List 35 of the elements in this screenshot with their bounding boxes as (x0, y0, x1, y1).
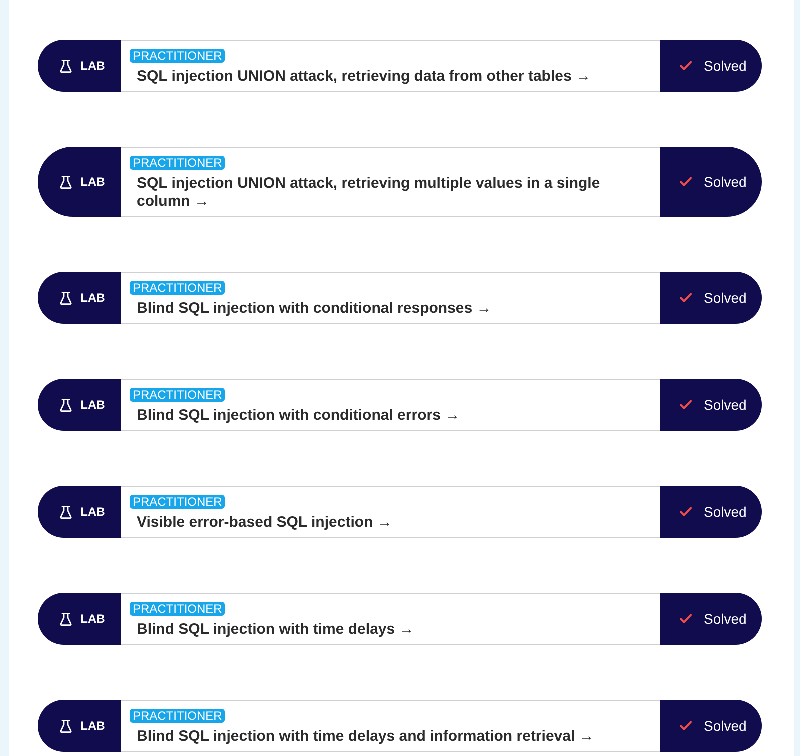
status-label: Solved (704, 174, 747, 190)
status-label: Solved (704, 504, 747, 520)
flask-icon (60, 60, 72, 72)
flask-icon (60, 292, 72, 304)
status-label: Solved (704, 397, 747, 413)
status-label: Solved (704, 58, 747, 74)
flask-icon (60, 506, 72, 518)
difficulty-badge: PRACTITIONER (130, 709, 226, 723)
lab-tag-label: LAB (80, 612, 106, 626)
status-label: Solved (704, 290, 747, 306)
lab-title-link[interactable]: Blind SQL injection with conditional errors → (137, 407, 460, 425)
flask-icon (60, 398, 72, 412)
status-label: Solved (704, 611, 747, 627)
difficulty-badge: PRACTITIONER (130, 602, 226, 616)
lab-tag-label: LAB (80, 291, 106, 305)
lab-tag-label: LAB (80, 398, 106, 412)
lab-title-link[interactable]: Blind SQL injection with conditional responses → (137, 300, 492, 318)
difficulty-badge: PRACTITIONER (130, 156, 226, 170)
flask-icon (60, 176, 72, 188)
lab-tag-label: LAB (80, 175, 106, 189)
flask-icon (60, 720, 72, 732)
lab-tag-label: LAB (80, 719, 106, 733)
lab-title-link[interactable]: SQL injection UNION attack, retrieving multiple values in a single column → (137, 175, 648, 211)
lab-title-link[interactable]: SQL injection UNION attack, retrieving data from other tables → (137, 68, 591, 86)
lab-title-link[interactable]: Blind SQL injection with time delays and information retrieval → (137, 728, 594, 746)
flask-icon (60, 612, 72, 626)
lab-title-link[interactable]: Blind SQL injection with time delays → (137, 621, 414, 639)
lab-tag-label: LAB (80, 505, 106, 519)
lab-title-link[interactable]: Visible error-based SQL injection → (137, 514, 392, 532)
difficulty-badge: PRACTITIONER (130, 388, 226, 402)
difficulty-badge: PRACTITIONER (130, 495, 226, 509)
status-label: Solved (704, 718, 747, 734)
lab-tag-label: LAB (80, 59, 106, 73)
difficulty-badge: PRACTITIONER (130, 49, 226, 63)
difficulty-badge: PRACTITIONER (130, 281, 226, 295)
